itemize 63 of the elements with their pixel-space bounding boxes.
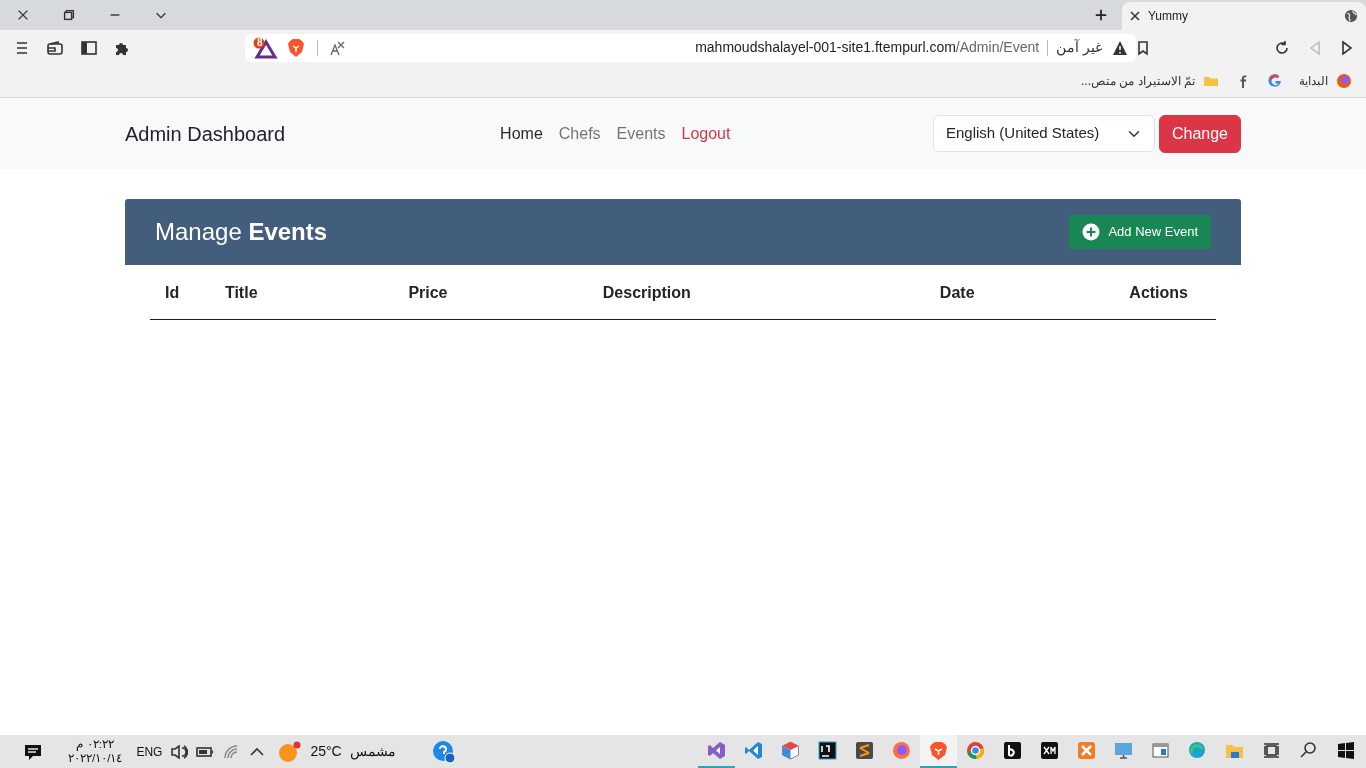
bookmark-icon[interactable]: [1136, 39, 1150, 56]
nav-link[interactable]: Logout: [673, 121, 739, 146]
warning-icon: [1112, 39, 1128, 56]
url-host: mahmoudshalayel-001-site1.ftempurl.com: [695, 38, 956, 57]
b-icon: [1003, 741, 1022, 760]
volume-icon[interactable]: [170, 742, 189, 761]
globe-icon: [1344, 9, 1358, 23]
search-icon: [1299, 741, 1318, 760]
url-path: /Admin/Event: [955, 38, 1040, 57]
new-tab-icon[interactable]: [1094, 8, 1108, 22]
chrome-icon: [966, 741, 985, 760]
column-header: Id: [150, 265, 210, 320]
browser-tab[interactable]: Yummy: [1122, 2, 1366, 30]
bookmark-label[interactable]: البداية: [1299, 72, 1328, 90]
xm-icon: [1040, 741, 1059, 760]
help-icon[interactable]: [431, 739, 456, 764]
start-icon: [1336, 741, 1355, 760]
temperature[interactable]: 25°C: [310, 741, 342, 762]
wallet-icon[interactable]: [46, 39, 64, 56]
s-icon: [855, 741, 874, 760]
cube-icon: [781, 741, 800, 760]
nav-link[interactable]: Chefs: [550, 121, 609, 146]
brand-title[interactable]: Admin Dashboard: [125, 118, 286, 149]
lion-icon[interactable]: [287, 37, 305, 58]
swirl-icon: [1188, 741, 1207, 760]
badge-count: 8: [257, 36, 264, 50]
forward-icon[interactable]: [1340, 39, 1354, 56]
plus-circle-icon: [1082, 223, 1101, 241]
triangle-icon[interactable]: [253, 36, 279, 59]
nav-link[interactable]: Home: [492, 121, 551, 146]
ij-icon: [818, 741, 837, 760]
column-header: Date: [924, 265, 1115, 320]
code-editor-icon: [744, 741, 763, 760]
circle-icon[interactable]: [1336, 73, 1352, 89]
window-icon: [1151, 741, 1170, 760]
bookmark-label[interactable]: تمّ الاستيراد من متص...: [1081, 72, 1195, 90]
close-icon[interactable]: [1130, 11, 1140, 21]
menu-icon[interactable]: [14, 39, 30, 56]
notification-icon[interactable]: [24, 742, 42, 761]
nav-link[interactable]: Events: [608, 121, 674, 146]
sidebar-icon[interactable]: [80, 39, 98, 56]
google-icon[interactable]: [1267, 73, 1283, 89]
column-header: Actions: [1114, 265, 1216, 320]
close-icon[interactable]: [16, 8, 30, 22]
column-header: Description: [587, 265, 925, 320]
reload-icon[interactable]: [1274, 39, 1290, 56]
restore-icon[interactable]: [62, 8, 76, 22]
lion-icon: [929, 741, 948, 760]
add-button[interactable]: Add New Event: [1069, 215, 1211, 249]
language-indicator[interactable]: ENG: [136, 742, 163, 761]
tab-title: Yummy: [1148, 8, 1189, 25]
column-header: Title: [209, 265, 394, 320]
monitor-icon: [1114, 741, 1133, 760]
clock-time[interactable]: ٠٢:٢٢ م: [76, 738, 114, 752]
security-label: غير آمن: [1056, 38, 1102, 58]
language-select[interactable]: English (United States): [932, 115, 1155, 152]
column-header: Price: [393, 265, 588, 320]
weather-label[interactable]: مشمس: [349, 741, 396, 762]
panel-title: Manage Events: [155, 217, 328, 247]
sun-icon[interactable]: [278, 740, 303, 763]
change-button[interactable]: Change: [1158, 114, 1241, 153]
task-view-icon: [1262, 741, 1281, 760]
clock-date[interactable]: ٢٠٢٢/١٠/١٤: [68, 751, 123, 765]
